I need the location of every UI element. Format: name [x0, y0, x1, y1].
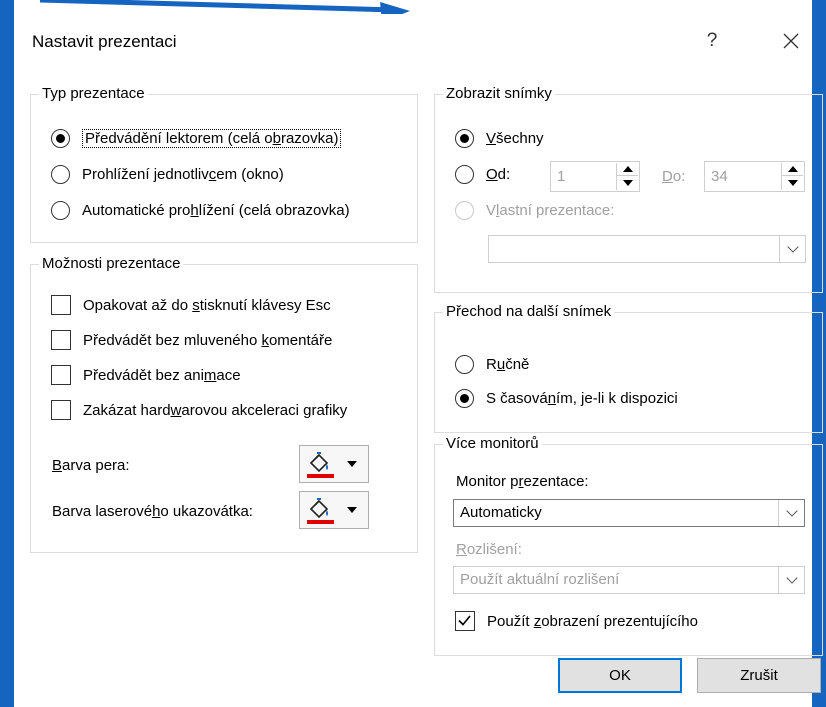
radio-label: S časováním, je-li k dispozici — [486, 390, 678, 407]
checkmark-icon — [458, 615, 471, 626]
checkbox-label: Opakovat až do stisknutí klávesy Esc — [83, 296, 331, 314]
cancel-button[interactable]: Zrušit — [697, 658, 821, 693]
advance-manual-radio[interactable]: Ručně — [455, 355, 529, 374]
show-type-title: Typ prezentace — [39, 85, 148, 102]
chevron-down-icon — [785, 505, 798, 517]
checkbox-label: Použít zobrazení prezentujícího — [487, 612, 698, 630]
setup-show-dialog: Nastavit prezentaci ? Typ prezentace Pře… — [14, 14, 823, 707]
no-animation-checkbox[interactable]: Předvádět bez animace — [51, 365, 241, 385]
monitor-select[interactable]: Automaticky — [453, 499, 805, 527]
paint-bucket-icon — [309, 498, 329, 519]
from-slide-value: 1 — [557, 168, 566, 185]
pen-color-swatch — [307, 474, 334, 478]
radio-label: Vlastní prezentace: — [486, 202, 615, 219]
arrow-down-icon — [622, 179, 633, 186]
show-type-group: Typ prezentace Předvádění lektorem (celá… — [30, 85, 418, 243]
advance-slides-group: Přechod na další snímek Ručně S časování… — [434, 303, 823, 433]
checkbox-label: Předvádět bez animace — [83, 366, 241, 384]
show-type-kiosk-radio[interactable]: Automatické prohlížení (celá obrazovka) — [51, 201, 350, 220]
checkbox-box — [51, 330, 71, 350]
resolution-select[interactable]: Použít aktuální rozlišení — [453, 566, 805, 594]
radio-indicator — [455, 355, 474, 374]
custom-show-radio[interactable]: Vlastní prezentace: — [455, 201, 614, 220]
radio-indicator — [455, 129, 474, 148]
loop-checkbox[interactable]: Opakovat až do stisknutí klávesy Esc — [51, 295, 331, 315]
laser-color-label: Barva laserového ukazovátka: — [52, 503, 253, 520]
chevron-down-icon — [786, 241, 799, 253]
radio-indicator — [455, 201, 474, 220]
chevron-down-icon — [785, 572, 798, 584]
radio-label: Všechny — [486, 130, 544, 147]
radio-label: Ručně — [486, 356, 530, 373]
resolution-label: Rozlišení: — [456, 541, 522, 558]
no-narration-checkbox[interactable]: Předvádět bez mluveného komentáře — [51, 330, 332, 350]
resolution-dropdown-button[interactable] — [778, 567, 804, 593]
radio-label: Předvádění lektorem (celá obrazovka) — [82, 129, 342, 148]
radio-indicator — [455, 389, 474, 408]
custom-show-select[interactable] — [488, 235, 806, 263]
show-type-individual-radio[interactable]: Prohlížení jednotlivcem (okno) — [51, 165, 284, 184]
from-slide-spinner[interactable]: 1 — [550, 161, 640, 192]
checkbox-box — [455, 611, 475, 631]
monitor-value: Automaticky — [460, 504, 542, 521]
close-icon — [783, 33, 799, 49]
radio-label: Prohlížení jednotlivcem (okno) — [82, 166, 284, 183]
spin-down-button[interactable] — [617, 176, 638, 189]
radio-label: Od: — [486, 166, 511, 183]
paint-bucket-icon — [309, 452, 329, 473]
show-slides-group: Zobrazit snímky Všechny Od: 1 Do: 34 Vla… — [434, 85, 823, 293]
show-type-presented-radio[interactable]: Předvádění lektorem (celá obrazovka) — [51, 129, 342, 148]
disable-hw-accel-checkbox[interactable]: Zakázat hardwarovou akceleraci grafiky — [51, 400, 347, 420]
multiple-monitors-title: Více monitorů — [443, 435, 542, 452]
spin-down-button[interactable] — [782, 176, 803, 189]
checkbox-label: Předvádět bez mluveného komentáře — [83, 331, 333, 349]
dropdown-arrow-icon — [347, 507, 357, 513]
show-slides-title: Zobrazit snímky — [443, 85, 555, 102]
checkbox-label: Zakázat hardwarovou akceleraci grafiky — [83, 401, 348, 419]
slides-all-radio[interactable]: Všechny — [455, 129, 544, 148]
dialog-title: Nastavit prezentaci — [32, 32, 177, 51]
multiple-monitors-group: Více monitorů Monitor prezentace: Automa… — [434, 435, 823, 656]
radio-indicator — [51, 201, 70, 220]
monitor-label: Monitor prezentace: — [456, 473, 589, 490]
to-slide-spinner[interactable]: 34 — [704, 161, 805, 192]
advance-slides-title: Přechod na další snímek — [443, 303, 615, 320]
to-slide-label: Do: — [662, 168, 686, 185]
custom-show-dropdown-button[interactable] — [779, 236, 805, 262]
advance-timings-radio[interactable]: S časováním, je-li k dispozici — [455, 389, 678, 408]
show-options-title: Možnosti prezentace — [39, 255, 184, 272]
laser-color-button[interactable] — [299, 491, 369, 529]
dropdown-arrow-icon — [347, 461, 357, 467]
resolution-value: Použít aktuální rozlišení — [460, 571, 620, 588]
window-frame-left — [0, 0, 14, 707]
laser-color-swatch — [307, 520, 334, 524]
pen-color-button[interactable] — [299, 445, 369, 483]
monitor-dropdown-button[interactable] — [778, 500, 804, 526]
arrow-up-icon — [622, 166, 633, 172]
arrow-down-icon — [787, 179, 798, 186]
checkbox-box — [51, 400, 71, 420]
show-options-group: Možnosti prezentace Opakovat až do stisk… — [30, 255, 418, 553]
pen-color-label: Barva pera: — [52, 457, 130, 474]
to-slide-value: 34 — [711, 168, 728, 185]
checkbox-box — [51, 295, 71, 315]
presenter-view-checkbox[interactable]: Použít zobrazení prezentujícího — [455, 611, 698, 631]
radio-label: Automatické prohlížení (celá obrazovka) — [82, 202, 350, 219]
help-button[interactable]: ? — [697, 26, 727, 56]
arrow-up-icon — [787, 166, 798, 172]
ok-button[interactable]: OK — [558, 658, 682, 693]
checkbox-box — [51, 365, 71, 385]
radio-indicator — [455, 165, 474, 184]
spin-up-button[interactable] — [782, 163, 803, 176]
radio-indicator — [51, 129, 70, 148]
radio-indicator — [51, 165, 70, 184]
spin-up-button[interactable] — [617, 163, 638, 176]
slides-from-radio[interactable]: Od: — [455, 165, 510, 184]
close-button[interactable] — [776, 26, 806, 56]
